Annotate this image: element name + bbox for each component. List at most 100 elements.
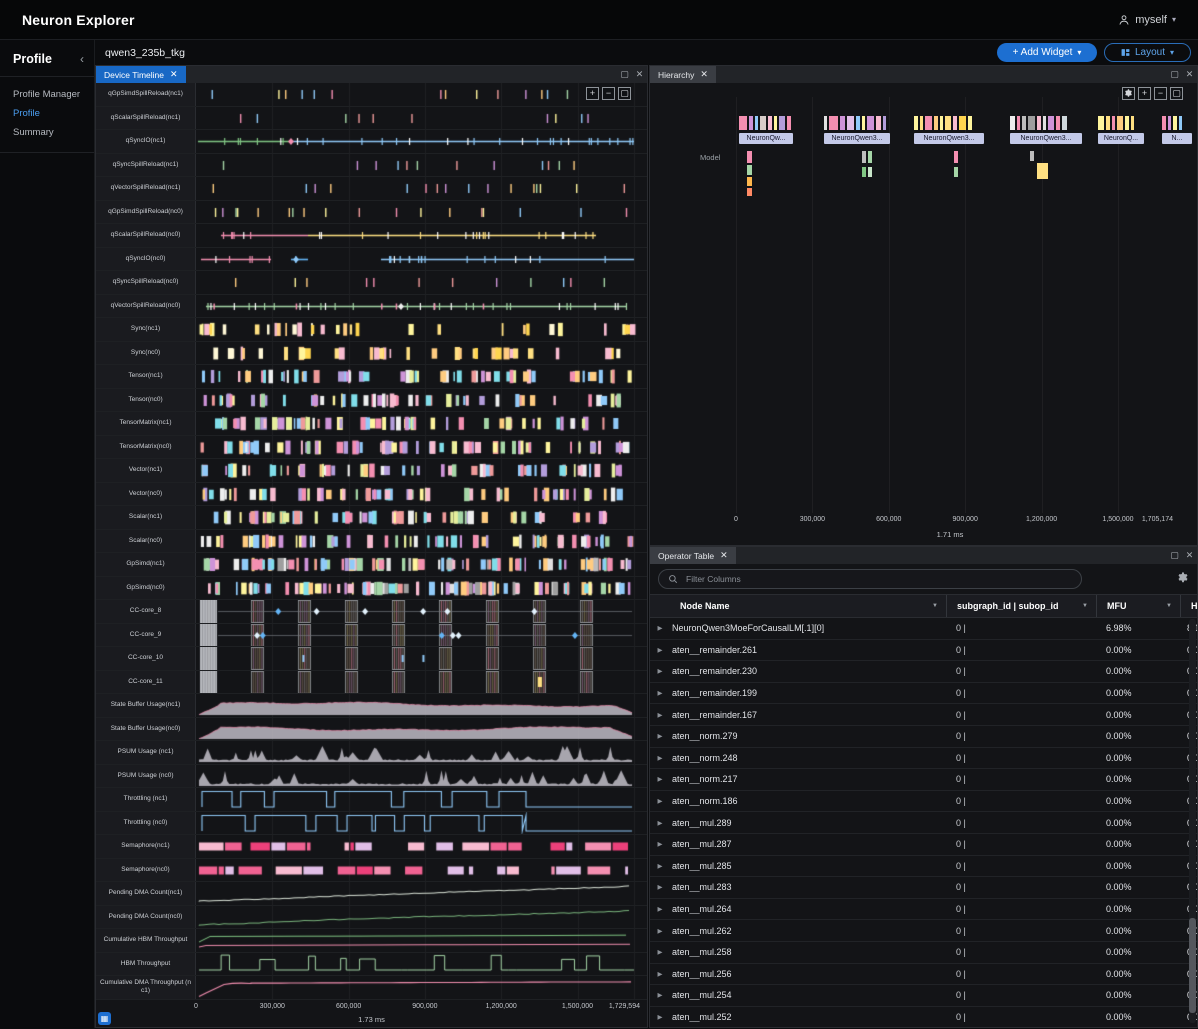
hierarchy-node-label[interactable]: NeuronQwen3... <box>1010 133 1082 144</box>
track-canvas[interactable] <box>196 859 640 882</box>
track-label[interactable]: CC-core_10 <box>96 647 196 670</box>
hierarchy-op-block[interactable] <box>1056 116 1060 130</box>
track-canvas[interactable] <box>196 882 640 905</box>
tab-operator-table[interactable]: Operator Table ✕ <box>650 547 736 564</box>
hierarchy-op-block[interactable] <box>1162 116 1166 130</box>
maximize-panel-icon[interactable]: ▢ <box>617 66 632 83</box>
scrollbar-thumb[interactable] <box>1189 918 1196 1013</box>
hierarchy-op-block[interactable] <box>1048 116 1054 130</box>
track-canvas[interactable] <box>196 530 640 553</box>
maximize-panel-icon[interactable]: ▢ <box>1167 66 1182 83</box>
column-header-hf[interactable]: HF <box>1180 595 1198 617</box>
layout-button[interactable]: Layout ▾ <box>1104 43 1191 62</box>
hierarchy-op-block[interactable] <box>749 116 753 130</box>
expand-row-icon[interactable]: ▶ <box>650 819 670 827</box>
table-row[interactable]: ▶aten__remainder.1670 |0.00%0.0 <box>650 704 1197 726</box>
hierarchy-op-block[interactable] <box>1106 116 1110 130</box>
track-label[interactable]: CC-core_8 <box>96 600 196 623</box>
track-label[interactable]: GpSimd(nc0) <box>96 577 196 600</box>
expand-row-icon[interactable]: ▶ <box>650 797 670 805</box>
hierarchy-sub-block[interactable] <box>862 151 866 163</box>
expand-row-icon[interactable]: ▶ <box>650 711 670 719</box>
track-canvas[interactable] <box>196 600 640 623</box>
track-label[interactable]: Vector(nc1) <box>96 459 196 482</box>
table-row[interactable]: ▶aten__mul.2520 |0.00%0.0 <box>650 1007 1197 1027</box>
expand-row-icon[interactable]: ▶ <box>650 840 670 848</box>
track-label[interactable]: qScalarSpillReload(nc0) <box>96 224 196 247</box>
hierarchy-op-block[interactable] <box>1098 116 1104 130</box>
fit-view-button[interactable]: ▢ <box>618 87 631 100</box>
expand-row-icon[interactable]: ▶ <box>650 775 670 783</box>
hierarchy-op-block[interactable] <box>867 116 874 130</box>
track-label[interactable]: Semaphore(nc0) <box>96 859 196 882</box>
track-label[interactable]: qSyncIO(nc1) <box>96 130 196 153</box>
hierarchy-sub-block[interactable] <box>1030 151 1034 161</box>
hierarchy-op-block[interactable] <box>779 116 785 130</box>
track-label[interactable]: TensorMatrix(nc1) <box>96 412 196 435</box>
track-canvas[interactable] <box>196 248 640 271</box>
table-row[interactable]: ▶aten__mul.2830 |0.00%0.0 <box>650 877 1197 899</box>
table-row[interactable]: ▶aten__norm.1860 |0.00%0.0 <box>650 791 1197 813</box>
track-canvas[interactable] <box>196 553 640 576</box>
expand-row-icon[interactable]: ▶ <box>650 754 670 762</box>
profile-doc-tab[interactable]: qwen3_235b_tkg <box>95 47 195 59</box>
track-label[interactable]: PSUM Usage (nc1) <box>96 741 196 764</box>
table-row[interactable]: ▶aten__remainder.2300 |0.00%0.0 <box>650 661 1197 683</box>
sort-icon[interactable]: ▼ <box>1082 603 1088 609</box>
track-label[interactable]: Throttling (nc1) <box>96 788 196 811</box>
track-canvas[interactable] <box>196 154 640 177</box>
hierarchy-op-block[interactable] <box>1131 116 1134 130</box>
track-label[interactable]: CC-core_9 <box>96 624 196 647</box>
track-canvas[interactable] <box>196 976 640 999</box>
hierarchy-op-block[interactable] <box>953 116 957 130</box>
hierarchy-op-block[interactable] <box>934 116 938 130</box>
close-panel-icon[interactable]: ✕ <box>1182 66 1197 83</box>
track-label[interactable]: Cumulative HBM Throughput <box>96 929 196 952</box>
track-canvas[interactable] <box>196 436 640 459</box>
hierarchy-node-label[interactable]: NeuronQwen3... <box>914 133 984 144</box>
track-label[interactable]: qSyncIO(nc0) <box>96 248 196 271</box>
table-row[interactable]: ▶aten__mul.2890 |0.00%0.0 <box>650 812 1197 834</box>
hierarchy-sub-block[interactable] <box>747 188 752 196</box>
hierarchy-op-block[interactable] <box>1112 116 1115 130</box>
hierarchy-sub-block[interactable] <box>862 167 866 177</box>
track-label[interactable]: PSUM Usage (nc0) <box>96 765 196 788</box>
fit-view-button[interactable]: ▢ <box>1170 87 1183 100</box>
hierarchy-sub-block[interactable] <box>868 151 872 163</box>
track-canvas[interactable] <box>196 624 640 647</box>
table-row[interactable]: ▶aten__norm.2170 |0.00%0.0 <box>650 769 1197 791</box>
track-canvas[interactable] <box>196 412 640 435</box>
sort-icon[interactable]: ▼ <box>932 603 938 609</box>
sidebar-item-profile-manager[interactable]: Profile Manager <box>0 85 94 104</box>
hierarchy-op-block[interactable] <box>925 116 932 130</box>
track-label[interactable]: State Buffer Usage(nc0) <box>96 718 196 741</box>
hierarchy-op-block[interactable] <box>787 116 791 130</box>
sidebar-item-profile[interactable]: Profile <box>0 104 94 123</box>
hierarchy-op-block[interactable] <box>755 116 758 130</box>
collapse-sidebar-icon[interactable]: ‹ <box>80 52 84 66</box>
track-label[interactable]: Scalar(nc0) <box>96 530 196 553</box>
track-canvas[interactable] <box>196 342 640 365</box>
track-canvas[interactable] <box>196 835 640 858</box>
table-row[interactable]: ▶aten__mul.2620 |0.00%0.0 <box>650 920 1197 942</box>
expand-row-icon[interactable]: ▶ <box>650 970 670 978</box>
hierarchy-op-block[interactable] <box>840 116 845 130</box>
expand-row-icon[interactable]: ▶ <box>650 991 670 999</box>
column-header-node-name[interactable]: Node Name ▼ <box>670 595 946 617</box>
expand-row-icon[interactable]: ▶ <box>650 689 670 697</box>
table-row[interactable]: ▶aten__mul.2640 |0.00%0.0 <box>650 899 1197 921</box>
hierarchy-op-block[interactable] <box>1043 116 1046 130</box>
track-label[interactable]: CC-core_11 <box>96 671 196 694</box>
track-canvas[interactable] <box>196 929 640 952</box>
hierarchy-sub-block[interactable] <box>1037 163 1048 179</box>
track-label[interactable]: Tensor(nc1) <box>96 365 196 388</box>
hierarchy-sub-block[interactable] <box>747 165 752 175</box>
expand-row-icon[interactable]: ▶ <box>650 927 670 935</box>
hierarchy-op-block[interactable] <box>959 116 966 130</box>
track-canvas[interactable] <box>196 647 640 670</box>
close-tab-icon[interactable]: ✕ <box>170 70 178 79</box>
zoom-in-button[interactable]: + <box>586 87 599 100</box>
track-label[interactable]: Sync(nc1) <box>96 318 196 341</box>
zoom-out-button[interactable]: − <box>1154 87 1167 100</box>
tab-device-timeline[interactable]: Device Timeline ✕ <box>96 66 186 83</box>
